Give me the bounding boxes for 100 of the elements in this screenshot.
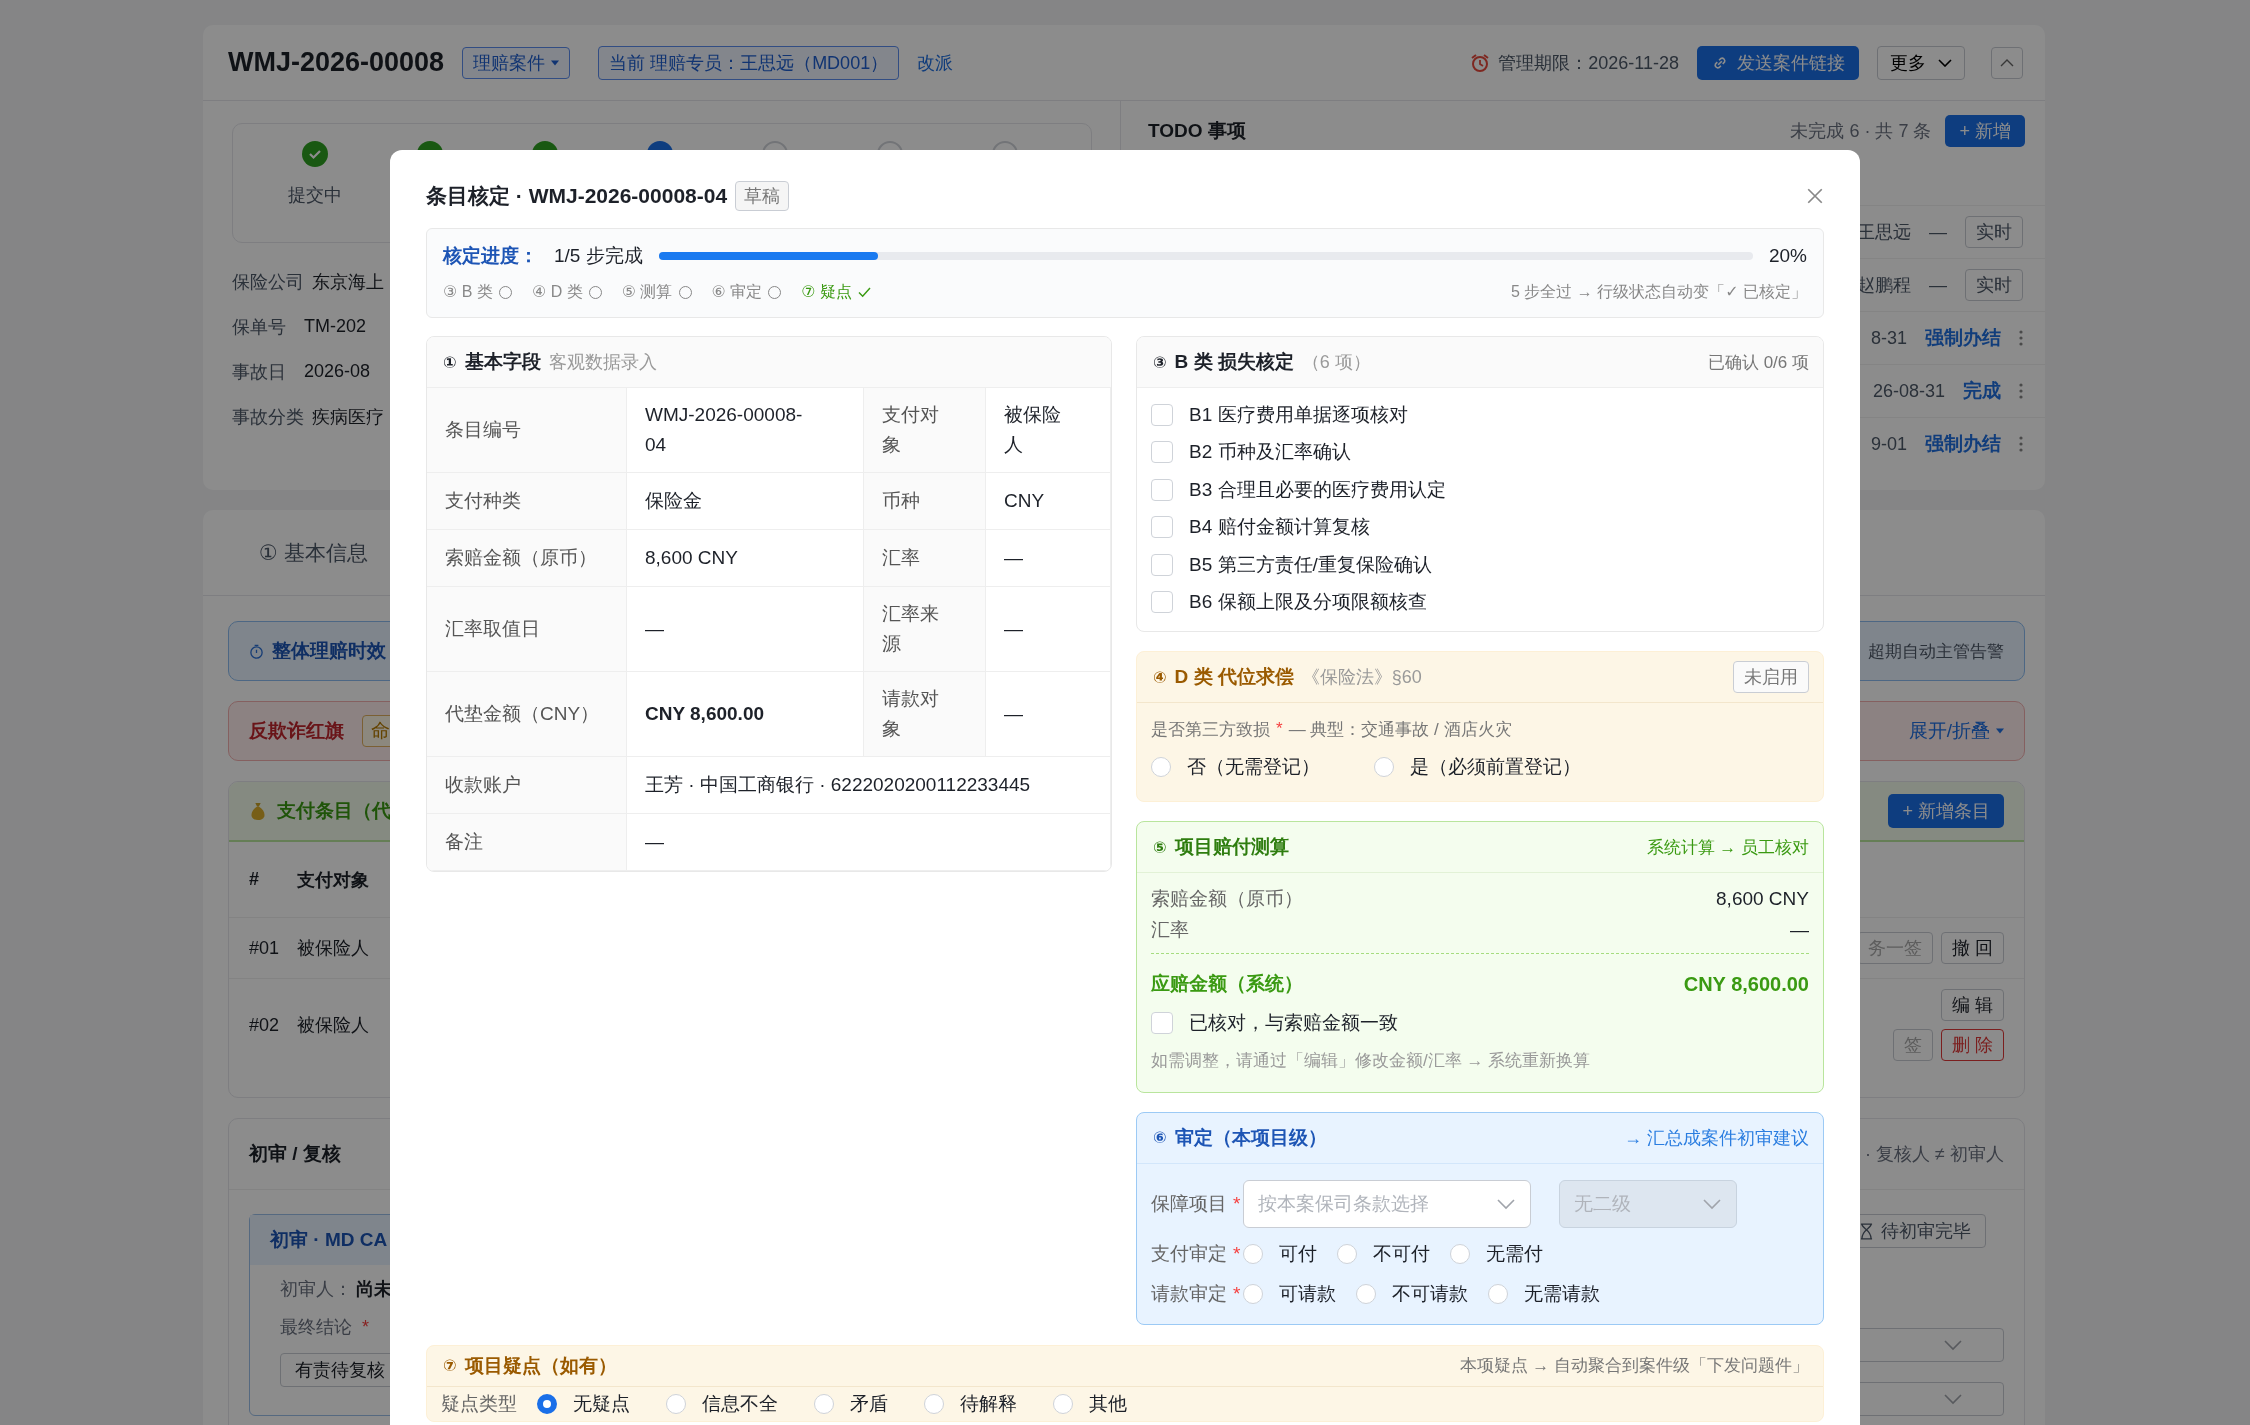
deadline-text: 管理期限：2026-11-28 xyxy=(1498,51,1679,75)
section-number: ⑤ xyxy=(1153,837,1167,857)
todo-action-link[interactable]: 强制办结 xyxy=(1925,431,2001,457)
radio-label: 可请款 xyxy=(1279,1281,1336,1306)
field-label: 代垫金额（CNY） xyxy=(427,672,627,757)
question-hint: — 典型：交通事故 / 酒店火灾 xyxy=(1288,718,1512,741)
reviewer-value: 尚未 xyxy=(356,1278,392,1301)
add-todo-button[interactable]: + 新增 xyxy=(1945,115,2025,147)
step-label: ⑦ 疑点 xyxy=(801,281,853,302)
flow-note: 本项疑点 → 自动聚合到案件级「下发问题件」 xyxy=(1459,1355,1809,1377)
section-title: D 类 代位求偿 xyxy=(1174,665,1294,689)
field-label: 条目编号 xyxy=(427,388,627,473)
alert-note: 超期自动主管告警 xyxy=(1868,640,2004,663)
todo-text: 9-01 xyxy=(1870,433,1907,455)
radio-label: 矛盾 xyxy=(850,1391,888,1416)
section-title: 支付条目（代 xyxy=(277,799,391,823)
info-value: TM-202 xyxy=(304,316,366,337)
field-label: 支付审定 xyxy=(1151,1241,1227,1266)
section-title: 初审 / 复核 xyxy=(249,1142,341,1166)
info-label: 保险公司 xyxy=(232,270,304,294)
flow-note: 系统计算 → 员工核对 xyxy=(1646,836,1809,859)
step-label: ④ D 类 xyxy=(531,281,583,302)
checklist-label: B1 医疗费用单据逐项核对 xyxy=(1189,402,1408,427)
field-value: — xyxy=(986,672,1111,757)
checklist-label: B4 赔付金额计算复核 xyxy=(1189,515,1370,540)
radio-label: 可付 xyxy=(1279,1241,1317,1266)
status-tag: 未启用 xyxy=(1733,661,1809,693)
table-cell-text: 被保险人 xyxy=(297,1014,369,1037)
modal-title: 条目核定 · WMJ-2026-00008-04 xyxy=(426,183,728,209)
conclusion-label: 最终结论 xyxy=(280,1316,352,1339)
field-label: 索赔金额（原币） xyxy=(427,530,627,587)
required-mark: * xyxy=(1233,1242,1241,1265)
field-label: 汇率取值日 xyxy=(427,587,627,672)
todo-action-link[interactable]: 强制办结 xyxy=(1925,325,2001,351)
amount-value: — xyxy=(1790,918,1809,941)
field-label: 支付种类 xyxy=(427,473,627,530)
expand-toggle-link[interactable]: 展开/折叠 xyxy=(1908,718,2004,744)
row-action-button[interactable]: 撤 回 xyxy=(1941,932,2004,964)
radio-label: 无疑点 xyxy=(573,1391,630,1416)
section-title: 基本字段 xyxy=(464,350,541,374)
step-label: 提交中 xyxy=(287,184,342,207)
section-title: 审定（本项目级） xyxy=(1174,1125,1327,1150)
dash-text: — xyxy=(1929,221,1947,243)
todo-summary: 未完成 6 · 共 7 条 xyxy=(1790,120,1932,143)
column-header: 支付对象 xyxy=(297,868,369,892)
section-number: ① xyxy=(443,352,457,372)
checklist-label: B6 保额上限及分项限额核查 xyxy=(1189,590,1427,615)
field-value: 王芳 · 中国工商银行 · 6222020200112233445 xyxy=(627,757,1111,814)
more-dropdown[interactable]: 更多 xyxy=(1877,45,1965,80)
total-label: 应赔金额（系统） xyxy=(1151,972,1303,996)
reassign-link[interactable]: 改派 xyxy=(917,50,954,75)
field-label: 保障项目 xyxy=(1151,1191,1227,1216)
row-action-button[interactable]: 编 辑 xyxy=(1941,989,2004,1021)
checklist-label: B5 第三方责任/重复保险确认 xyxy=(1189,552,1432,577)
section-number: ④ xyxy=(1153,667,1167,687)
row-action-button[interactable]: 删 除 xyxy=(1941,1029,2004,1061)
required-mark: * xyxy=(1233,1282,1241,1305)
tab[interactable]: ① 基本信息 xyxy=(253,537,374,568)
radio-label: 无需付 xyxy=(1486,1241,1543,1266)
amount-value: 8,600 CNY xyxy=(1716,887,1809,910)
section-number: ⑦ xyxy=(443,1356,457,1375)
field-label: 备注 xyxy=(427,814,627,871)
add-item-button[interactable]: + 新增条目 xyxy=(1888,794,2004,828)
field-label: 汇率来源 xyxy=(864,587,986,672)
info-value: 东京海上 xyxy=(312,270,384,294)
radio-label: 信息不全 xyxy=(702,1391,778,1416)
item-count: （6 项） xyxy=(1301,351,1371,374)
summary-link[interactable]: → 汇总成案件初审建议 xyxy=(1624,1125,1809,1150)
todo-title: TODO 事项 xyxy=(1148,119,1246,143)
amount-label: 索赔金额（原币） xyxy=(1151,886,1303,911)
todo-text: 8-31 xyxy=(1870,327,1907,349)
todo-action-link[interactable]: 完成 xyxy=(1963,378,2001,404)
step-label: ③ B 类 xyxy=(443,281,493,302)
field-value: CNY xyxy=(986,473,1111,530)
first-review-title: 初审 · MD CA xyxy=(270,1228,388,1252)
field-value: — xyxy=(627,814,1111,871)
status-tag: 草稿 xyxy=(735,181,790,211)
progress-hint: 5 步全过 → 行级状态自动变「✓ 已核定」 xyxy=(1510,281,1807,302)
radio-label: 是（必须前置登记） xyxy=(1410,755,1581,779)
field-label: 币种 xyxy=(864,473,986,530)
send-link-button[interactable]: 发送案件链接 xyxy=(1697,45,1859,80)
case-type-dropdown[interactable]: 理赔案件 xyxy=(462,46,571,79)
step-label: ⑤ 测算 xyxy=(621,281,673,302)
section-number: ③ xyxy=(1153,352,1167,372)
question-label: 是否第三方致损 xyxy=(1151,718,1270,741)
field-label: 支付对象 xyxy=(864,388,986,473)
info-label: 事故日 xyxy=(232,360,287,384)
field-value: — xyxy=(986,587,1111,672)
case-title: WMJ-2026-00008 xyxy=(228,47,445,78)
required-mark: * xyxy=(362,1316,369,1338)
field-label: 汇率 xyxy=(864,530,986,587)
section-title: 项目赔付测算 xyxy=(1174,835,1289,859)
info-label: 事故分类 xyxy=(232,405,304,429)
radio-label: 待解释 xyxy=(960,1391,1017,1416)
radio-label: 不可请款 xyxy=(1392,1281,1468,1306)
todo-tag: 实时 xyxy=(1965,216,2023,248)
coverage-select[interactable]: 按本案保司条款选择 xyxy=(1243,1179,1531,1228)
checkbox-label: 已核对，与索赔金额一致 xyxy=(1189,1010,1398,1035)
info-value: 疾病医疗 xyxy=(312,405,384,429)
field-label: 疑点类型 xyxy=(441,1391,517,1416)
